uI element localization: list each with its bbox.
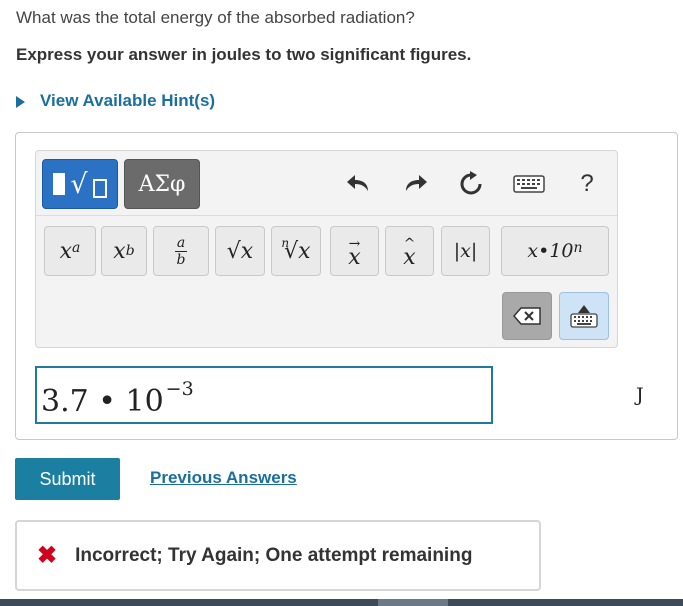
answer-input[interactable]: 3.7 • 10 −3 [35,366,493,424]
question-prompt: What was the total energy of the absorbe… [16,8,415,27]
toolbar-top-row: √ ΑΣφ ? [36,151,617,216]
template-box-icon [92,178,107,198]
radical-icon: √ [70,168,88,200]
fraction-numerator: a [176,234,186,251]
backspace-icon [513,307,541,325]
absolute-value-button[interactable]: |x| [441,226,490,276]
view-hints-link[interactable]: View Available Hint(s) [16,91,215,111]
square-root-label: √x [226,238,254,264]
subscript-button[interactable]: xb [101,226,147,276]
help-icon[interactable]: ? [572,170,602,197]
answer-mantissa: 3.7 • 10 [41,383,164,419]
fraction-denominator: b [176,251,186,268]
nth-root-index: n [281,236,290,250]
triangle-up-icon [578,304,590,313]
answer-exponent: −3 [165,378,194,400]
vector-button[interactable]: → x [330,226,379,276]
keyboard-icon[interactable] [512,171,546,197]
scrollbar-thumb[interactable] [378,599,448,606]
answer-instruction: Express your answer in joules to two sig… [16,45,472,64]
subscript-base: x [113,238,126,264]
sci-notation-base: x•10 [527,240,574,262]
square-root-button[interactable]: √x [215,226,265,276]
greek-symbols-button[interactable]: ΑΣφ [124,159,200,209]
superscript-base: x [59,238,73,264]
redo-icon[interactable] [400,171,430,197]
math-toolbar: √ ΑΣφ ? xa xb a b √x n √x → x ^ x |x| x•… [35,150,618,348]
backspace-button[interactable] [502,292,552,340]
superscript-exp: a [72,240,81,256]
hints-link-label: View Available Hint(s) [40,91,216,110]
unit-vector-label: x [403,245,416,270]
unit-vector-button[interactable]: ^ x [385,226,434,276]
submit-button[interactable]: Submit [15,458,120,500]
undo-icon[interactable] [344,171,374,197]
incorrect-icon: ✖ [37,542,58,569]
template-block-icon [53,173,66,195]
keyboard-small-icon [570,312,598,328]
feedback-box: ✖ Incorrect; Try Again; One attempt rema… [15,520,541,591]
toggle-keyboard-button[interactable] [559,292,609,340]
templates-button[interactable]: √ [42,159,118,209]
horizontal-scrollbar[interactable] [0,599,683,606]
reset-icon[interactable] [456,171,486,197]
fraction-button[interactable]: a b [153,226,209,276]
feedback-message: Incorrect; Try Again; One attempt remain… [75,544,473,566]
previous-answers-link[interactable]: Previous Answers [150,468,297,488]
answer-panel: √ ΑΣφ ? xa xb a b √x n √x → x ^ x |x| x•… [15,132,678,440]
sci-notation-exp: n [573,240,583,256]
nth-root-button[interactable]: n √x [271,226,321,276]
absolute-value-label: |x| [453,240,478,262]
caret-right-icon [16,95,25,108]
vector-label: x [348,245,361,270]
subscript-sub: b [125,243,135,259]
superscript-button[interactable]: xa [44,226,96,276]
fraction-icon: a b [175,236,187,267]
answer-unit: J [636,384,644,406]
scientific-notation-button[interactable]: x•10 n [501,226,609,276]
